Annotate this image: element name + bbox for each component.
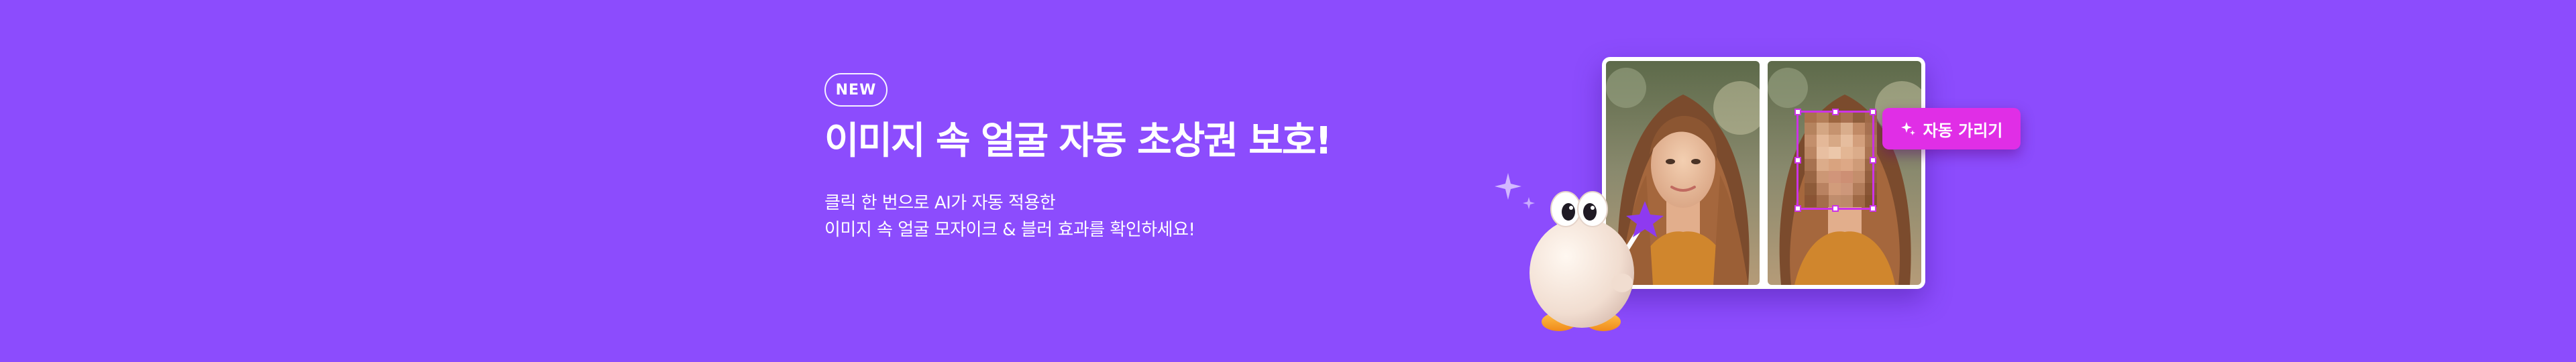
resize-handle[interactable] — [1870, 205, 1876, 212]
photo-divider — [1762, 61, 1764, 285]
resize-handle[interactable] — [1794, 205, 1801, 212]
auto-cover-label: 자동 가리기 — [1923, 121, 2003, 140]
resize-handle[interactable] — [1794, 109, 1801, 115]
resize-handle[interactable] — [1832, 109, 1839, 115]
promo-banner[interactable]: NEW 이미지 속 얼굴 자동 초상권 보호! 클릭 한 번으로 AI가 자동 … — [0, 0, 2576, 362]
sparkle-icon — [1900, 121, 1917, 137]
resize-handle[interactable] — [1870, 157, 1876, 164]
resize-handle[interactable] — [1870, 109, 1876, 115]
resize-handle[interactable] — [1832, 205, 1839, 212]
banner-description: 클릭 한 번으로 AI가 자동 적용한 이미지 속 얼굴 모자이크 & 블러 효… — [824, 190, 1195, 243]
resize-handle[interactable] — [1794, 157, 1801, 164]
description-line-1: 클릭 한 번으로 AI가 자동 적용한 — [824, 193, 1056, 213]
description-line-2: 이미지 속 얼굴 모자이크 & 블러 효과를 확인하세요! — [824, 220, 1195, 240]
egg-mascot — [1529, 191, 1664, 331]
auto-cover-button[interactable]: 자동 가리기 — [1882, 108, 2021, 149]
new-badge: NEW — [824, 73, 888, 107]
face-selection-box[interactable] — [1794, 109, 1876, 212]
banner-title: 이미지 속 얼굴 자동 초상권 보호! — [824, 119, 1332, 163]
